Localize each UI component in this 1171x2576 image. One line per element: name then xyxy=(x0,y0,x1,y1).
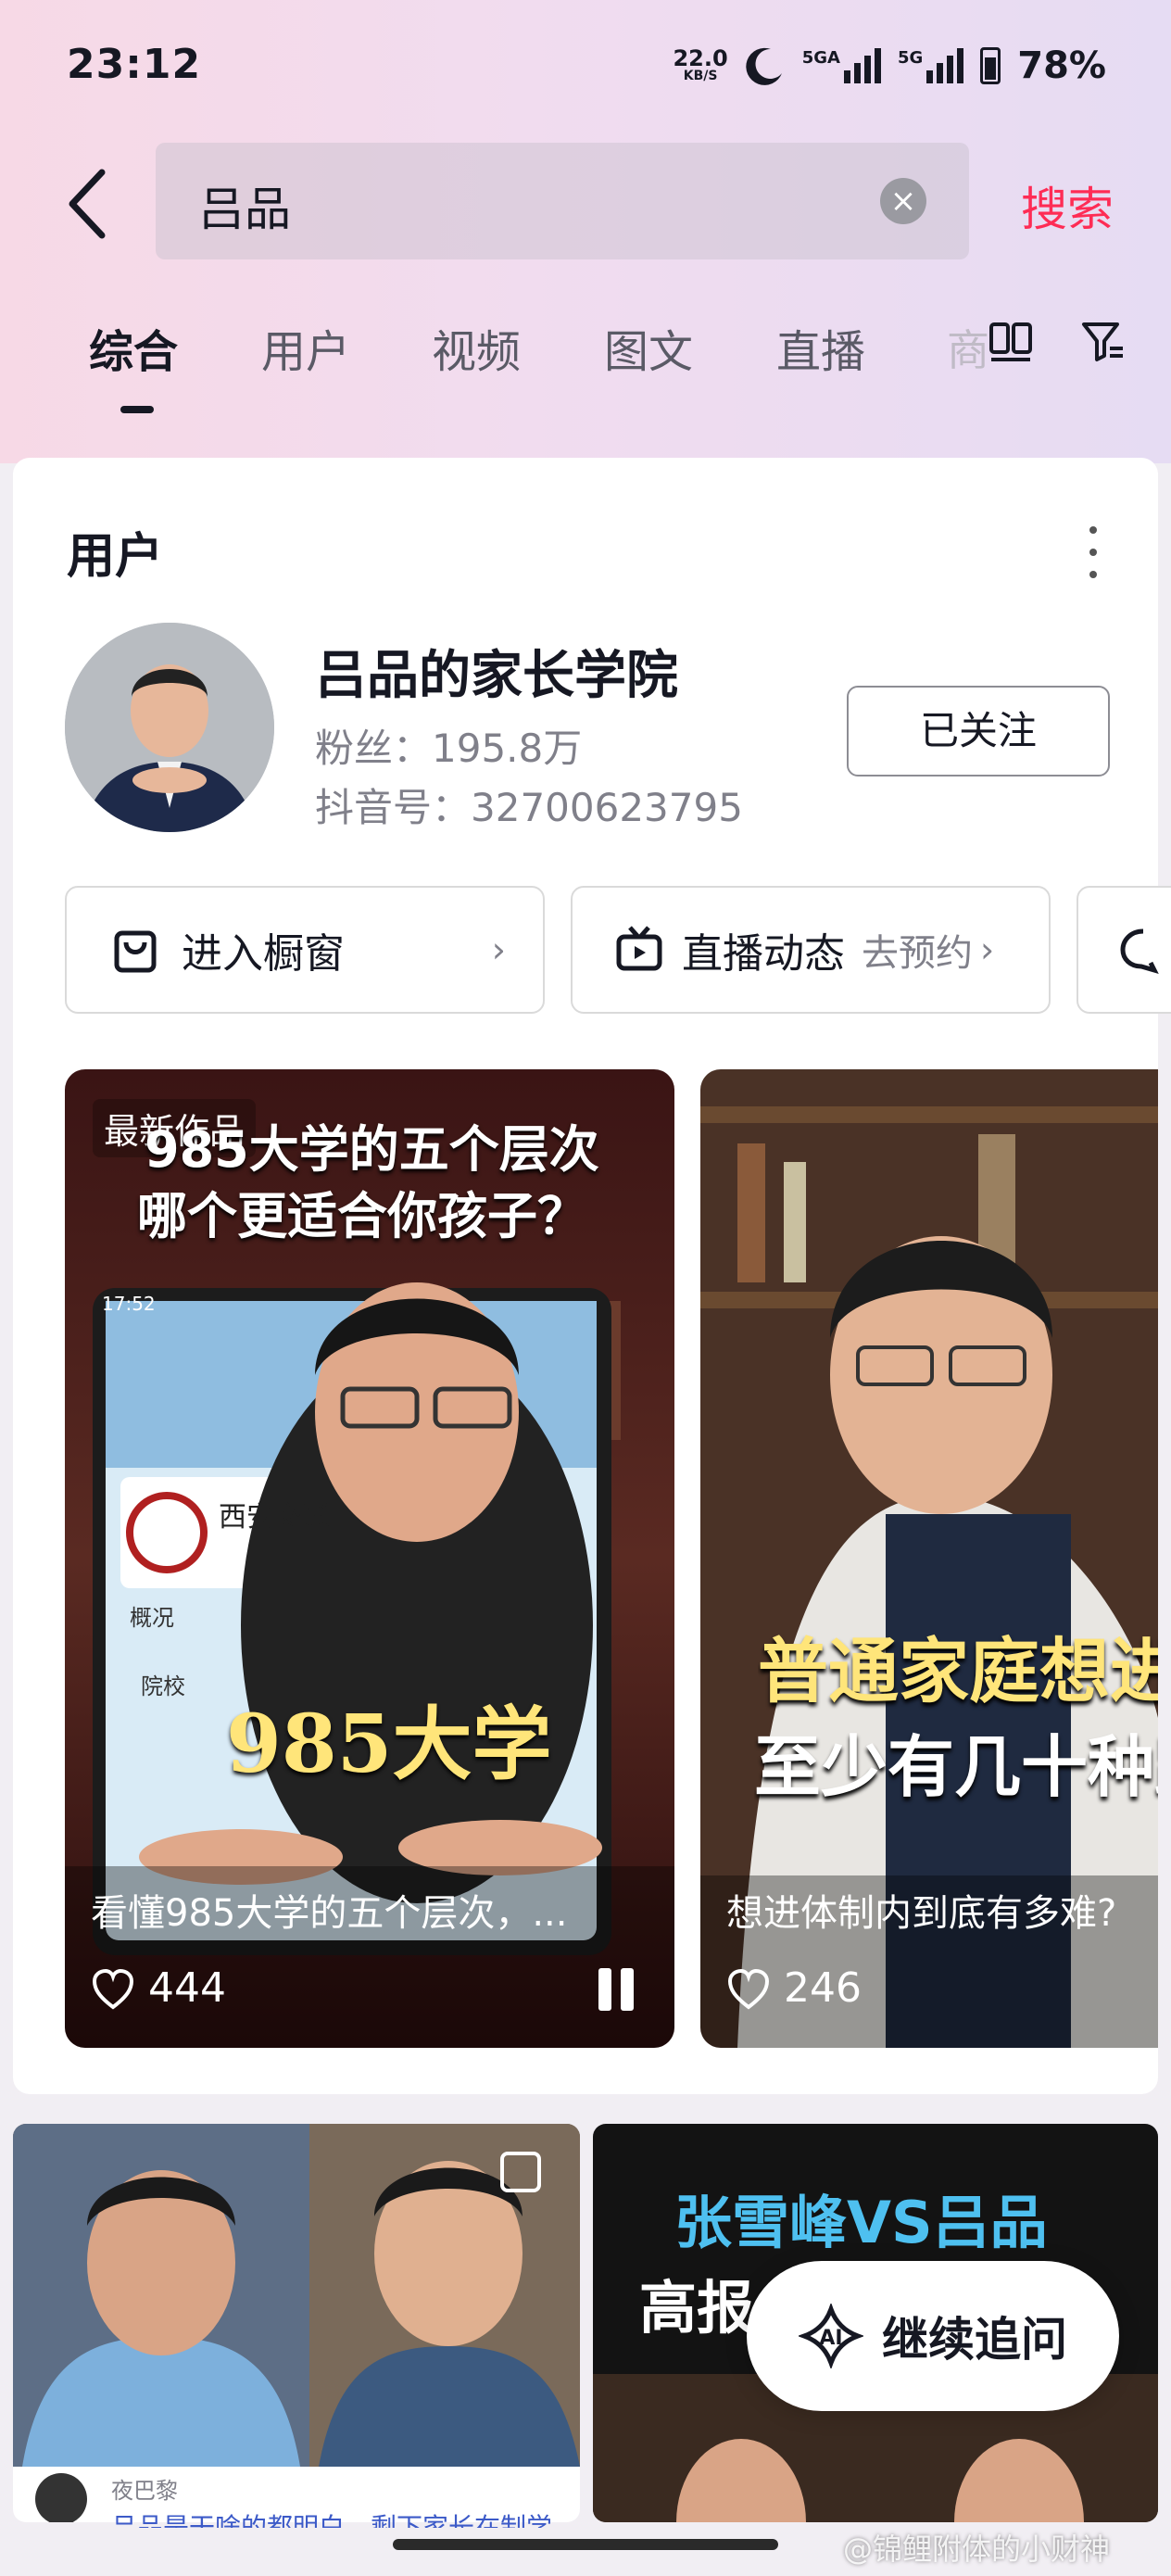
heart-icon[interactable] xyxy=(726,1968,771,2011)
ai-follow-up-button[interactable]: AI 继续追问 xyxy=(747,2261,1119,2411)
back-icon[interactable] xyxy=(65,167,111,241)
live-updates-button[interactable]: 直播动态 去预约 › xyxy=(571,886,1051,1014)
tab-image-text[interactable]: 图文 xyxy=(604,315,693,380)
tab-shop[interactable]: 商 xyxy=(947,317,989,378)
section-title: 用户 xyxy=(67,529,164,585)
avatar[interactable] xyxy=(65,623,274,832)
video-1-overlay-line2: 哪个更适合你孩子？ xyxy=(137,1187,587,1245)
ai-follow-up-label: 继续追问 xyxy=(882,2313,1067,2367)
ai-sparkle-icon: AI xyxy=(799,2304,863,2368)
video-1-caption: 看懂985大学的五个层次，... xyxy=(91,1892,568,1935)
shop-window-button[interactable]: 进入橱窗 › xyxy=(65,886,545,1014)
tab-users[interactable]: 用户 xyxy=(261,315,350,380)
clear-icon[interactable]: × xyxy=(880,178,926,224)
live-updates-label: 直播动态 xyxy=(682,930,845,978)
tab-active-indicator xyxy=(120,406,154,413)
phone-time: 17:52 xyxy=(102,1293,156,1315)
video-1-overlay-line1: 985大学的五个层次 xyxy=(145,1120,599,1179)
tab-live[interactable]: 直播 xyxy=(776,315,865,380)
search-query[interactable]: 吕品 xyxy=(198,172,291,239)
more-action-button[interactable] xyxy=(1077,886,1171,1014)
user-douyin-id: 抖音号：32700623795 xyxy=(315,785,743,830)
status-time: 23:12 xyxy=(67,41,202,88)
svg-text:AI: AI xyxy=(819,2327,842,2350)
bag-icon xyxy=(114,930,157,973)
status-icons: 22.0 KB/S 5GA 5G 78% xyxy=(673,43,1106,89)
tab-videos[interactable]: 视频 xyxy=(432,315,521,380)
thumbnail-2-subtitle: 高报 xyxy=(639,2274,755,2342)
watermark: @锦鲤附体的小财神 xyxy=(843,2532,1111,2567)
video-1-likes: 444 xyxy=(148,1964,226,2012)
more-options-icon[interactable] xyxy=(1082,526,1104,578)
battery-icon xyxy=(980,47,1001,84)
video-2-caption: 想进体制内到底有多难? xyxy=(726,1892,1117,1935)
thumbnail-2-title: 张雪峰VS吕品 xyxy=(674,2189,1048,2256)
thumbnail-1-author: 夜巴黎 xyxy=(111,2478,178,2504)
tab-comprehensive[interactable]: 综合 xyxy=(89,315,178,380)
search-button[interactable]: 搜索 xyxy=(1021,172,1114,239)
chevron-right-icon: › xyxy=(491,929,506,970)
live-reserve-label: 去预约 xyxy=(862,932,973,975)
screen-item: 院校 xyxy=(141,1673,185,1699)
signal-5ga-icon: 5GA xyxy=(802,48,881,83)
battery-percent: 78% xyxy=(1017,44,1106,87)
home-indicator[interactable] xyxy=(393,2539,778,2550)
filter-icon[interactable] xyxy=(1080,319,1127,365)
video-2-likes: 246 xyxy=(784,1964,862,2012)
chat-icon xyxy=(1120,928,1159,974)
follow-button[interactable]: 已关注 xyxy=(847,686,1110,777)
thumbnail-1-desc: 吕品是干啥的都明白，剩下家长在制学 xyxy=(111,2512,553,2528)
moon-icon xyxy=(746,47,782,85)
heart-icon[interactable] xyxy=(91,1968,135,2011)
double-column-icon[interactable] xyxy=(988,319,1034,365)
chevron-right-icon: › xyxy=(980,929,995,970)
screen-tab: 概况 xyxy=(130,1605,174,1631)
screen-school-name: 西安交通 xyxy=(219,1501,330,1534)
video-1-big-text: 985大学 xyxy=(226,1698,552,1791)
tv-icon xyxy=(616,926,662,971)
multi-image-icon xyxy=(500,2152,541,2192)
network-speed: 22.0 KB/S xyxy=(673,45,728,83)
pause-icon[interactable] xyxy=(598,1968,637,2011)
video-2-overlay-line1: 普通家庭想进体 xyxy=(758,1630,1158,1712)
shop-window-label: 进入橱窗 xyxy=(182,930,345,978)
user-fans: 粉丝：195.8万 xyxy=(315,726,583,771)
video-2-overlay-line2: 至少有几十种路 xyxy=(754,1728,1158,1806)
signal-5g-icon: 5G xyxy=(898,48,964,83)
result-thumbnail-1[interactable] xyxy=(13,2124,580,2522)
user-name[interactable]: 吕品的家长学院 xyxy=(315,634,678,709)
